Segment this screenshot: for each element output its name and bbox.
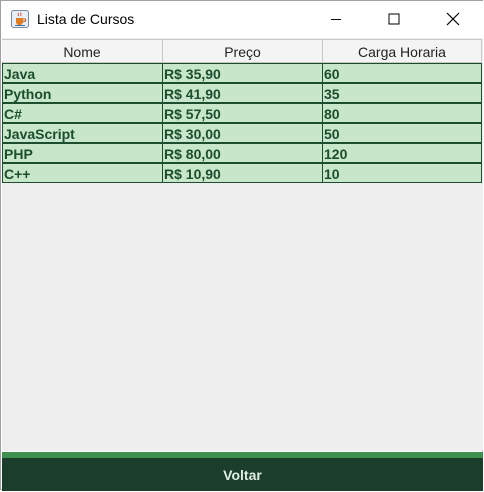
maximize-button[interactable] xyxy=(371,1,417,37)
table-row[interactable]: PHP R$ 80,00 120 xyxy=(2,143,482,163)
app-window: Lista de Cursos Nome Preço Carga Horaria xyxy=(0,0,483,491)
column-header-preco[interactable]: Preço xyxy=(163,40,323,62)
table-row[interactable]: C++ R$ 10,90 10 xyxy=(2,163,482,183)
cell-preco[interactable]: R$ 41,90 xyxy=(162,83,323,103)
cell-nome[interactable]: Python xyxy=(2,83,163,103)
cell-nome[interactable]: JavaScript xyxy=(2,123,163,143)
cell-nome[interactable]: C++ xyxy=(2,163,163,183)
table-row[interactable]: Python R$ 41,90 35 xyxy=(2,83,482,103)
minimize-icon xyxy=(331,19,341,20)
cell-carga-horaria[interactable]: 80 xyxy=(322,103,482,123)
column-header-carga-horaria[interactable]: Carga Horaria xyxy=(323,40,482,62)
cell-nome[interactable]: Java xyxy=(2,63,163,83)
cell-preco[interactable]: R$ 30,00 xyxy=(162,123,323,143)
table-row[interactable]: C# R$ 57,50 80 xyxy=(2,103,482,123)
cell-preco[interactable]: R$ 80,00 xyxy=(162,143,323,163)
cell-preco[interactable]: R$ 35,90 xyxy=(162,63,323,83)
cell-preco[interactable]: R$ 57,50 xyxy=(162,103,323,123)
cell-carga-horaria[interactable]: 50 xyxy=(322,123,482,143)
window-title: Lista de Cursos xyxy=(37,11,135,27)
java-cup-icon xyxy=(11,10,29,28)
cell-carga-horaria[interactable]: 120 xyxy=(322,143,482,163)
minimize-button[interactable] xyxy=(313,1,359,37)
maximize-icon xyxy=(388,13,400,25)
cell-carga-horaria[interactable]: 60 xyxy=(322,63,482,83)
cell-carga-horaria[interactable]: 10 xyxy=(322,163,482,183)
cell-carga-horaria[interactable]: 35 xyxy=(322,83,482,103)
table-body: Java R$ 35,90 60 Python R$ 41,90 35 C# R… xyxy=(2,63,482,183)
table-row[interactable]: JavaScript R$ 30,00 50 xyxy=(2,123,482,143)
cell-nome[interactable]: C# xyxy=(2,103,163,123)
table-header: Nome Preço Carga Horaria xyxy=(2,39,482,63)
cell-nome[interactable]: PHP xyxy=(2,143,163,163)
title-bar[interactable]: Lista de Cursos xyxy=(1,1,483,38)
back-button[interactable]: Voltar xyxy=(2,458,483,491)
column-header-nome[interactable]: Nome xyxy=(2,40,163,62)
close-button[interactable] xyxy=(430,1,476,37)
close-icon xyxy=(446,12,460,26)
cell-preco[interactable]: R$ 10,90 xyxy=(162,163,323,183)
table-row[interactable]: Java R$ 35,90 60 xyxy=(2,63,482,83)
course-table-panel: Nome Preço Carga Horaria Java R$ 35,90 6… xyxy=(2,38,483,451)
